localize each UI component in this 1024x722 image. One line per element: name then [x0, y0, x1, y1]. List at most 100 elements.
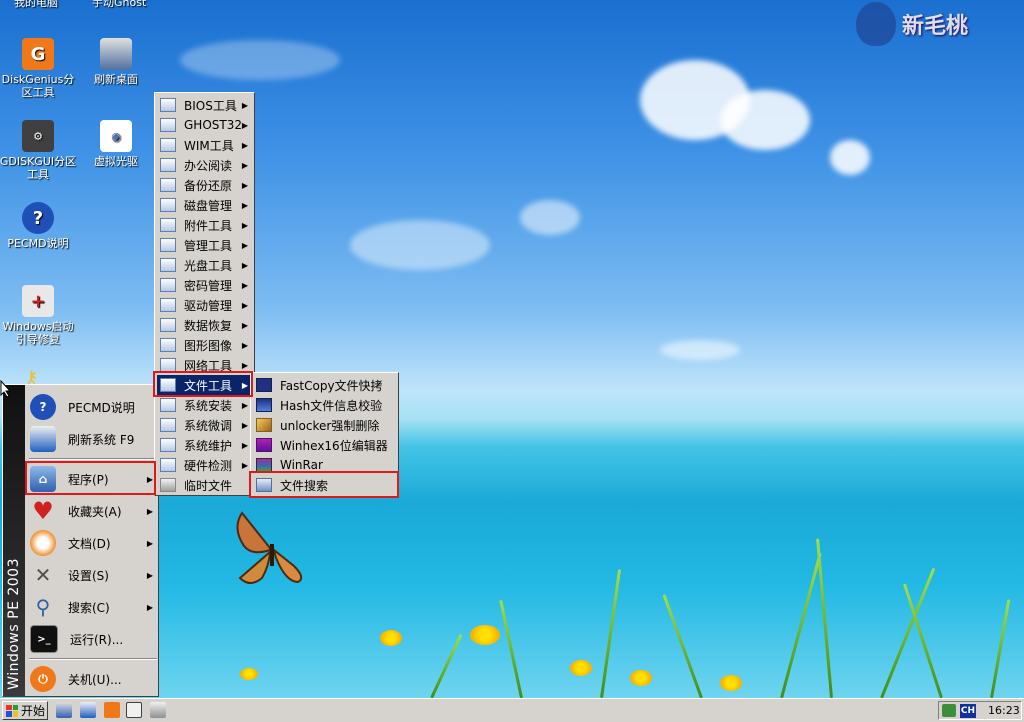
grass: [499, 599, 523, 698]
desktop-icon-pecmd[interactable]: ? PECMD说明: [0, 202, 78, 250]
programs-item-temp-files[interactable]: 临时文件: [157, 475, 252, 495]
clock[interactable]: 16:23: [988, 704, 1020, 717]
start-item-pecmd[interactable]: ? PECMD说明: [27, 391, 157, 423]
programs-item-recovery[interactable]: 数据恢复 ▶: [157, 315, 252, 335]
programs-item-bios[interactable]: BIOS工具 ▶: [157, 95, 252, 115]
submenu-arrow-icon: ▶: [146, 538, 153, 548]
help-icon: ?: [30, 394, 56, 420]
brand-logo: 新毛桃: [856, 2, 968, 46]
menu-item-label: 系统微调: [184, 418, 233, 433]
start-button[interactable]: 开始: [2, 701, 48, 720]
programs-item-admin[interactable]: 管理工具 ▶: [157, 235, 252, 255]
programs-item-accessories[interactable]: 附件工具 ▶: [157, 215, 252, 235]
start-item-search[interactable]: ⚲ 搜索(C) ▶: [27, 591, 157, 623]
quicklaunch-refresh-icon[interactable]: [56, 702, 72, 718]
submenu-arrow-icon: ▶: [241, 340, 248, 350]
programs-item-wim[interactable]: WIM工具 ▶: [157, 135, 252, 155]
desktop-icon-boot-repair[interactable]: + Windows启动引导修复: [0, 285, 78, 346]
quicklaunch-diskgenius-icon[interactable]: [104, 702, 120, 718]
submenu-arrow-icon: ▶: [241, 300, 248, 310]
file-search-icon: [256, 478, 272, 492]
programs-item-ghost32[interactable]: GHOST32 ▶: [157, 115, 252, 135]
programs-item-disk[interactable]: 磁盘管理 ▶: [157, 195, 252, 215]
programs-item-maintenance[interactable]: 系统维护 ▶: [157, 435, 252, 455]
flower: [720, 675, 742, 691]
network-icon[interactable]: [942, 704, 956, 717]
cloud: [660, 340, 740, 360]
programs-item-optical[interactable]: 光盘工具 ▶: [157, 255, 252, 275]
programs-item-file-tools[interactable]: 文件工具 ▶: [157, 375, 252, 395]
favorites-heart-icon: ♥: [32, 497, 54, 525]
programs-item-backup[interactable]: 备份还原 ▶: [157, 175, 252, 195]
menu-item-label: 网络工具: [184, 358, 233, 373]
grass: [430, 633, 463, 698]
quicklaunch-eraser-icon[interactable]: [150, 702, 166, 718]
grass: [902, 583, 943, 698]
start-menu-banner: Windows PE 2003: [3, 385, 25, 696]
desktop-icon-refresh-desktop[interactable]: 刷新桌面: [76, 38, 156, 86]
programs-item-install[interactable]: 系统安装 ▶: [157, 395, 252, 415]
file-tools-item-winhex[interactable]: Winhex16位编辑器: [253, 435, 396, 455]
mouse-cursor-icon: [0, 380, 12, 398]
file-tools-item-fastcopy[interactable]: FastCopy文件快拷: [253, 375, 396, 395]
search-magnifier-icon: ⚲: [35, 595, 51, 619]
first-aid-icon: +: [22, 285, 54, 317]
start-menu-banner-text: Windows PE 2003: [6, 558, 22, 690]
file-tools-item-winrar[interactable]: WinRar: [253, 455, 396, 475]
programs-item-driver[interactable]: 驱动管理 ▶: [157, 295, 252, 315]
start-item-settings[interactable]: ✕ 设置(S) ▶: [27, 559, 157, 591]
start-item-label: 运行(R)...: [70, 632, 124, 647]
start-item-label: 文档(D): [68, 536, 111, 551]
programs-item-office[interactable]: 办公阅读 ▶: [157, 155, 252, 175]
cloud: [350, 220, 490, 270]
start-item-run[interactable]: >_ 运行(R)...: [27, 623, 157, 655]
desktop-icon-diskgenius[interactable]: G DiskGenius分区工具: [0, 38, 78, 99]
menu-item-label: 管理工具: [184, 238, 233, 253]
submenu-arrow-icon: ▶: [146, 474, 153, 484]
unlocker-wand-icon: [256, 418, 272, 432]
submenu-arrow-icon: ▶: [146, 602, 153, 612]
file-tools-item-unlocker[interactable]: unlocker强制删除: [253, 415, 396, 435]
quicklaunch-brush-icon[interactable]: [80, 702, 96, 718]
programs-item-password[interactable]: 密码管理 ▶: [157, 275, 252, 295]
folder-icon: [160, 438, 176, 452]
start-item-label: 刷新系统 F9: [68, 432, 135, 447]
winrar-icon: [256, 458, 272, 472]
quicklaunch-screenshot-icon[interactable]: [126, 702, 142, 718]
programs-item-tweak[interactable]: 系统微调 ▶: [157, 415, 252, 435]
folder-icon: [160, 378, 176, 392]
programs-item-network[interactable]: 网络工具 ▶: [157, 355, 252, 375]
folder-icon: [160, 198, 176, 212]
start-item-shutdown[interactable]: ⏻ 关机(U)...: [27, 663, 157, 695]
folder-icon: [160, 298, 176, 312]
grass: [780, 552, 822, 698]
start-item-label: 关机(U)...: [68, 672, 122, 687]
desktop-icon-label-my-computer[interactable]: 我的电脑: [14, 0, 58, 10]
logo-text: 新毛桃: [902, 14, 969, 39]
desktop-icon-gdiskgui[interactable]: ⚙ GDISKGUI分区工具: [0, 120, 78, 181]
start-item-programs[interactable]: ⌂ 程序(P) ▶: [27, 463, 157, 495]
windows-flag-icon: [6, 704, 18, 717]
start-item-documents[interactable]: 文档(D) ▶: [27, 527, 157, 559]
desktop-icon-label-manual-ghost[interactable]: 手动Ghost: [92, 0, 146, 10]
submenu-arrow-icon: ▶: [241, 220, 248, 230]
menu-item-label: GHOST32: [184, 118, 242, 132]
butterfly-image: [236, 511, 303, 584]
cloud: [720, 90, 810, 150]
refresh-desktop-icon: [100, 38, 132, 70]
desktop-icon-virtual-cdrom[interactable]: ◉ 虚拟光驱: [76, 120, 156, 168]
submenu-arrow-icon: ▶: [241, 180, 248, 190]
folder-icon: [160, 338, 176, 352]
start-item-favorites[interactable]: ♥ 收藏夹(A) ▶: [27, 495, 157, 527]
menu-item-label: Hash文件信息校验: [280, 398, 383, 413]
file-tools-item-hash[interactable]: Hash文件信息校验: [253, 395, 396, 415]
start-menu-separator: [29, 458, 157, 460]
shutdown-icon: ⏻: [30, 666, 56, 692]
programs-item-graphics[interactable]: 图形图像 ▶: [157, 335, 252, 355]
desktop-icon-label: Windows启动引导修复: [2, 320, 74, 346]
start-menu: Windows PE 2003 ? PECMD说明 刷新系统 F9 ⌂ 程序(P…: [2, 384, 159, 697]
file-tools-item-file-search[interactable]: 文件搜索: [253, 475, 396, 495]
ime-indicator[interactable]: CH: [960, 703, 976, 718]
programs-item-hardware[interactable]: 硬件检测 ▶: [157, 455, 252, 475]
start-item-refresh[interactable]: 刷新系统 F9: [27, 423, 157, 455]
